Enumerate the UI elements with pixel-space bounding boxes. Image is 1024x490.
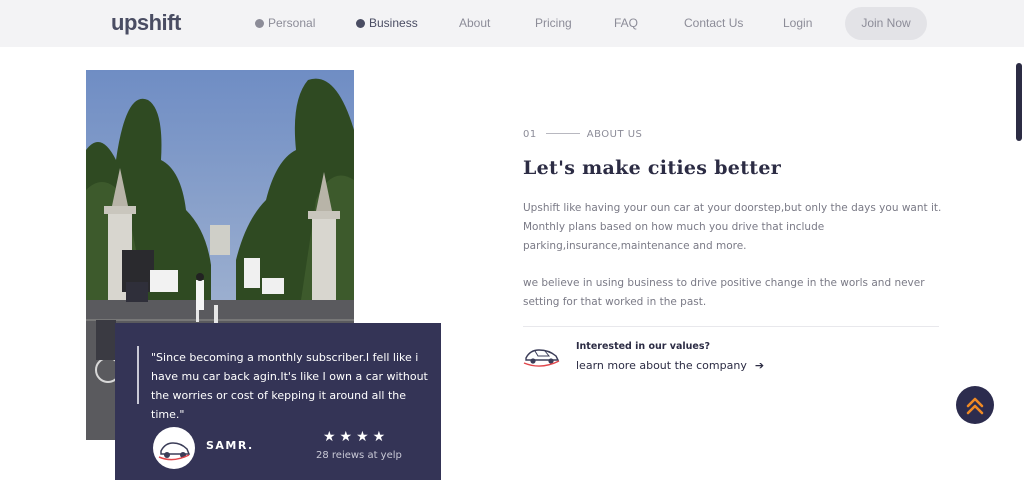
section-divider (523, 326, 939, 327)
testimonial-card: "Since becoming a monthly subscriber.I f… (115, 323, 441, 480)
quote-bar (137, 346, 139, 404)
top-navbar: upshift Personal Business About Pricing … (0, 0, 1024, 47)
car-avatar-icon (158, 442, 191, 461)
chevron-double-up-icon (966, 397, 984, 415)
learn-more-link[interactable]: learn more about the company ➔ (576, 359, 764, 372)
car-icon (523, 342, 561, 368)
radio-dot-icon (255, 19, 264, 28)
nav-item-contact-us[interactable]: Contact Us (684, 16, 743, 30)
testimonial-quote: "Since becoming a monthly subscriber.I f… (151, 351, 428, 421)
radio-dot-selected-icon (356, 19, 365, 28)
avatar (153, 427, 195, 469)
page-scrollbar[interactable] (1016, 63, 1022, 141)
nav-item-faq[interactable]: FAQ (614, 16, 638, 30)
review-count: 28 reiews at yelp (316, 450, 402, 461)
section-title: ABOUT US (586, 129, 643, 140)
section-label: 01 ABOUT US (523, 129, 642, 140)
arrow-right-icon: ➔ (754, 359, 765, 372)
nav-item-personal[interactable]: Personal (255, 16, 315, 30)
about-paragraph-1: Upshift like having your oun car at your… (523, 202, 942, 252)
join-now-button[interactable]: Join Now (845, 7, 927, 40)
label-divider (545, 133, 580, 134)
testimonial-author: SAMR. (206, 439, 254, 452)
nav-item-login[interactable]: Login (783, 16, 812, 30)
cta-question: Interested in our values? (576, 341, 710, 352)
page-title: Let's make cities better (523, 157, 782, 179)
about-paragraph-2: we believe in using business to drive po… (523, 277, 925, 308)
logo[interactable]: upshift (111, 10, 181, 36)
scroll-to-top-button[interactable] (956, 386, 994, 424)
nav-item-business[interactable]: Business (356, 16, 418, 30)
star-rating: ★★★★ (323, 429, 390, 445)
section-number: 01 (523, 129, 537, 140)
nav-item-about[interactable]: About (459, 16, 490, 30)
nav-item-pricing[interactable]: Pricing (535, 16, 572, 30)
